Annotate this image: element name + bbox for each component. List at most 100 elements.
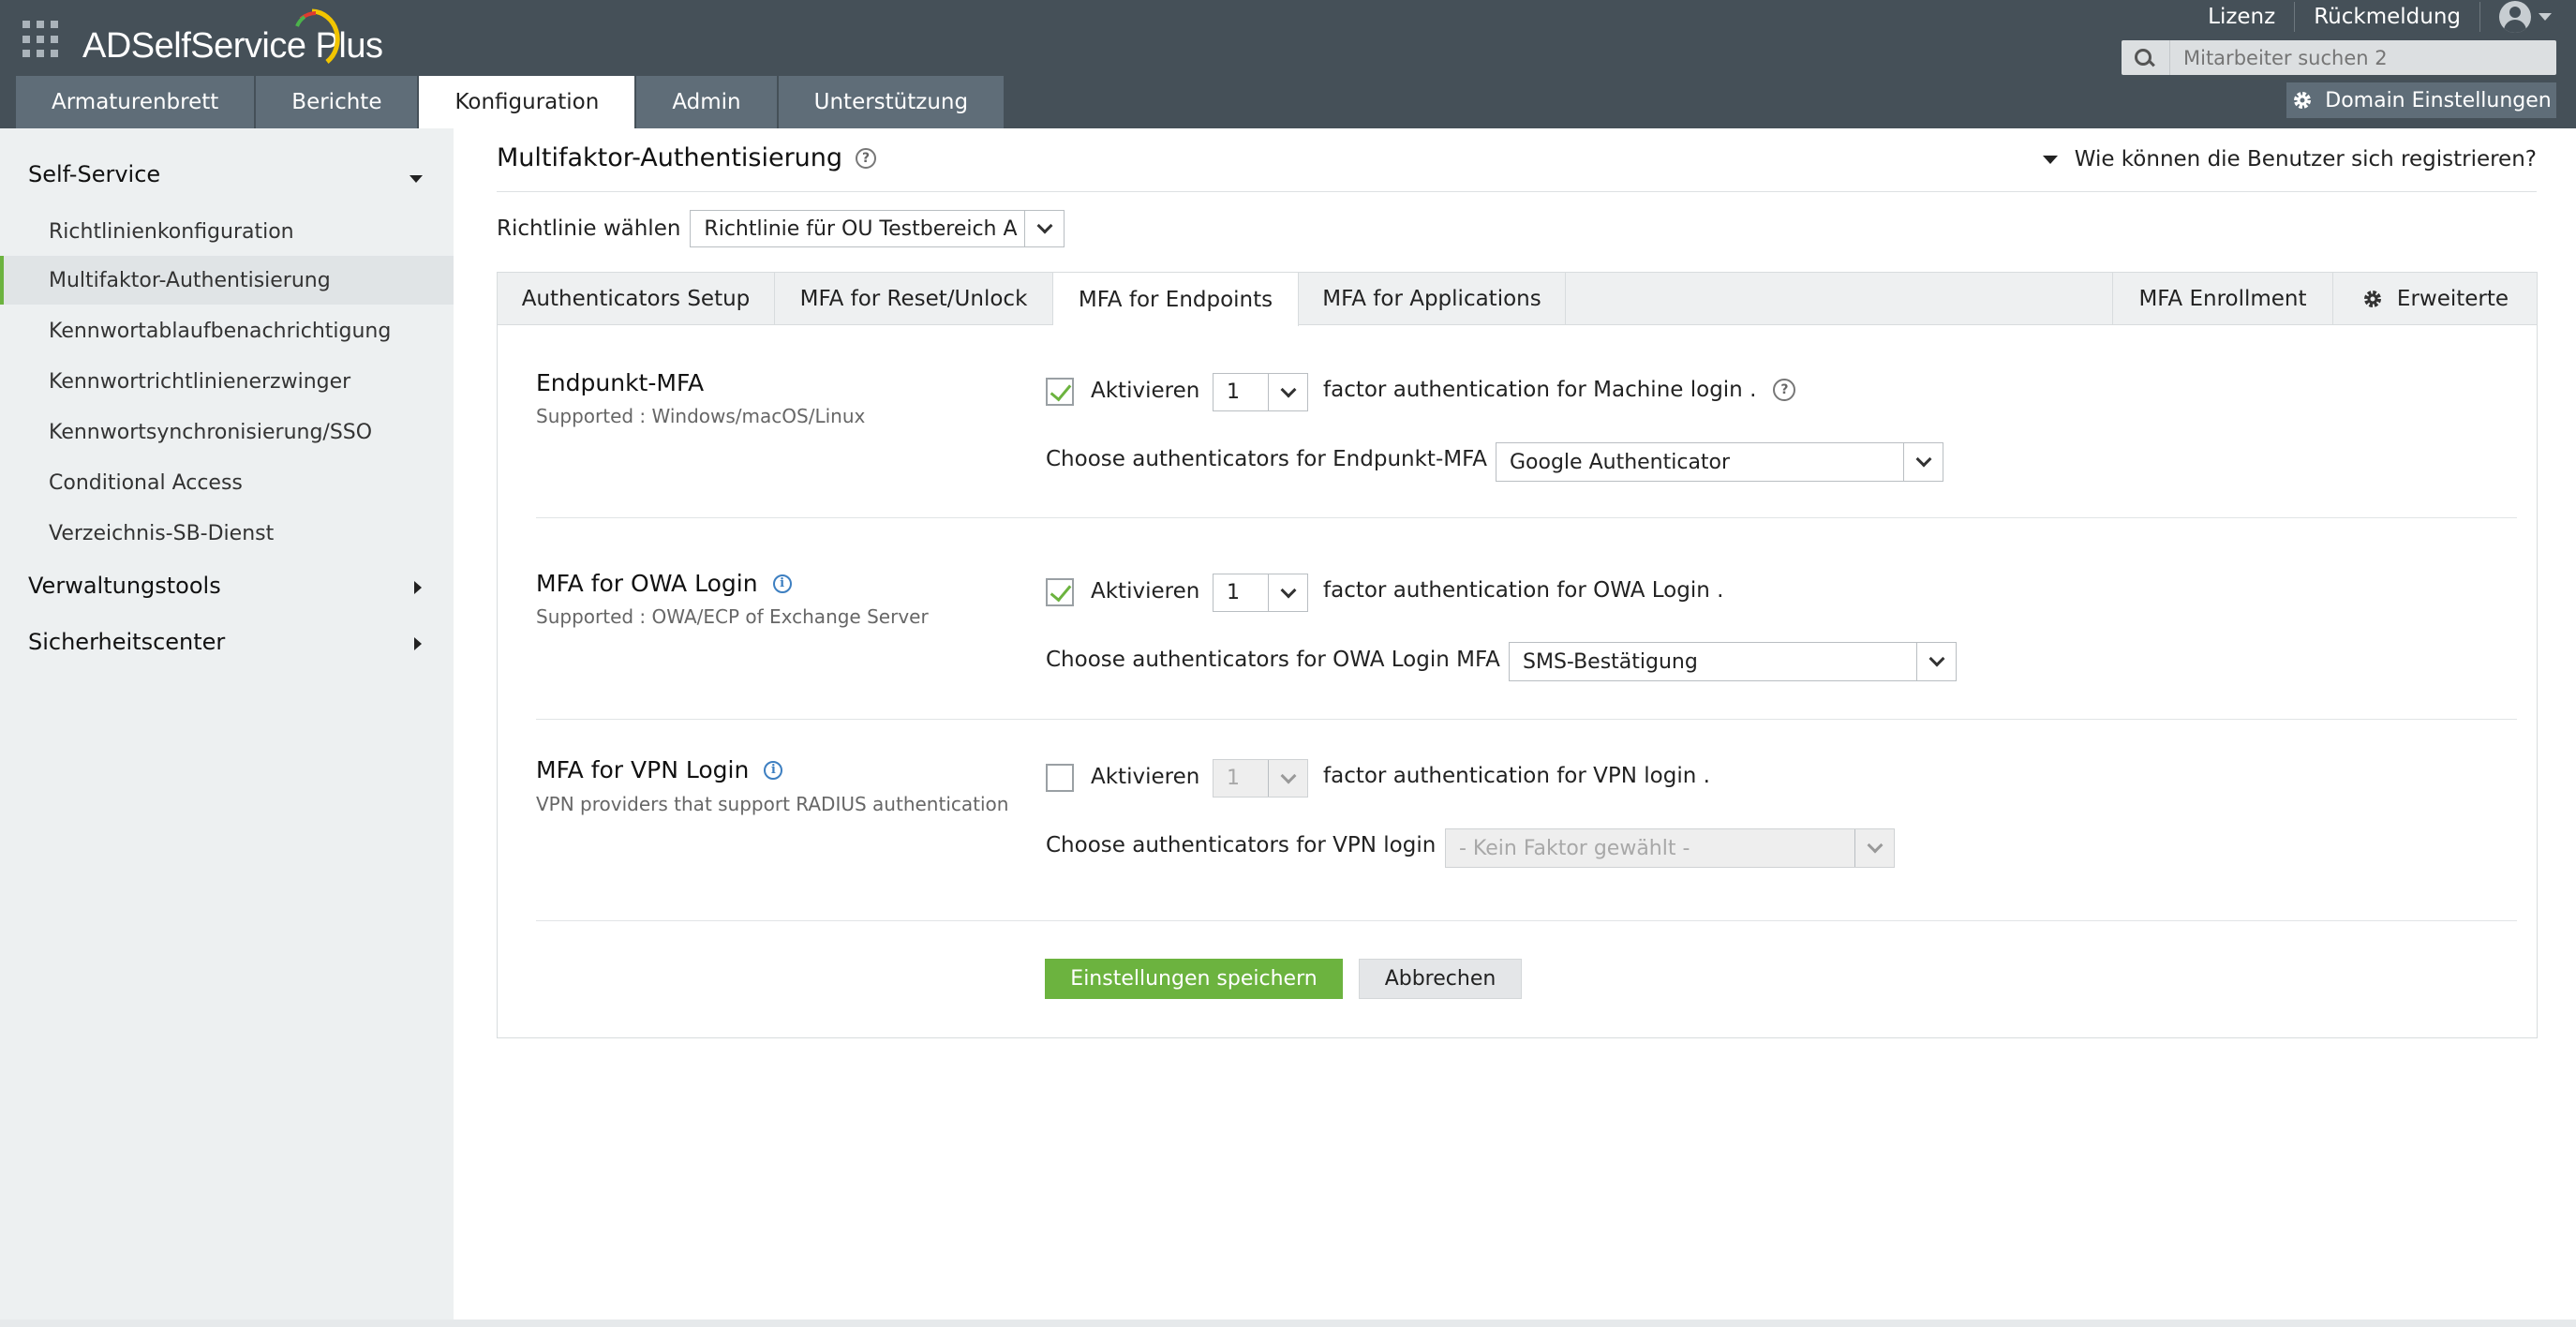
sidebar-item-password-sync[interactable]: Kennwortsynchronisierung/SSO [0,408,454,456]
search-input[interactable] [2170,40,2556,75]
help-icon[interactable]: ? [1773,379,1796,401]
sidebar-item-password-expiry[interactable]: Kennwortablaufbenachrichtigung [0,306,454,355]
section-title-text: Endpunkt-MFA [536,369,705,396]
user-avatar-icon[interactable] [2499,1,2531,33]
tab-configuration[interactable]: Konfiguration [419,76,635,128]
section-title-text: MFA for OWA Login [536,570,758,597]
tab-advanced-label: Erweiterte [2396,287,2509,311]
factor-count-select: 1 [1213,759,1308,798]
caret-down-icon[interactable] [409,175,423,183]
factor-count-select[interactable]: 1 [1213,574,1308,612]
section-subtitle: Supported : OWA/ECP of Exchange Server [536,605,929,628]
section-subtitle: Supported : Windows/macOS/Linux [536,405,866,427]
tab-reports[interactable]: Berichte [256,76,418,128]
factor-count-value: 1 [1227,380,1240,404]
sidebar-section-security-center[interactable]: Sicherheitscenter [28,629,225,655]
chevron-down-icon [1268,760,1307,797]
divider [536,719,2517,720]
enable-label: Aktivieren [1091,765,1200,789]
tab-mfa-endpoints[interactable]: MFA for Endpoints [1053,273,1299,326]
logo-arc-icon [295,8,340,64]
policy-select-value: Richtlinie für OU Testbereich A [704,216,1018,241]
section-subtitle: VPN providers that support RADIUS authen… [536,793,1009,815]
gear-icon [2363,291,2381,307]
apps-grid-icon[interactable] [22,21,60,58]
policy-label: Richtlinie wählen [497,216,681,241]
caret-right-icon[interactable] [414,581,422,594]
tab-mfa-reset-unlock[interactable]: MFA for Reset/Unlock [775,273,1053,325]
enable-label: Aktivieren [1091,379,1200,403]
authenticator-value: Google Authenticator [1510,450,1731,474]
caret-right-icon[interactable] [414,637,422,650]
divider [536,517,2517,518]
section-title-endpoint-mfa: Endpunkt-MFA [536,369,704,396]
enable-vpn-mfa-checkbox[interactable] [1046,764,1074,792]
sidebar-item-policy-config[interactable]: Richtlinienkonfiguration [0,207,454,256]
license-link[interactable]: Lizenz [2189,2,2294,32]
factor-text-label: factor authentication for Machine login … [1323,378,1757,402]
policy-select[interactable]: Richtlinie für OU Testbereich A [690,210,1065,247]
choose-authenticators-label: Choose authenticators for VPN login [1046,833,1437,857]
sidebar: Self-Service Richtlinienkonfiguration Mu… [0,128,454,1327]
sidebar-section-self-service[interactable]: Self-Service [28,161,160,187]
tab-admin[interactable]: Admin [636,76,777,128]
divider [536,920,2517,921]
factor-text: factor authentication for OWA Login . [1323,578,1724,603]
chevron-down-icon [1854,829,1894,867]
authenticator-value: - Kein Faktor gewählt - [1459,836,1690,860]
employee-search [2122,40,2556,75]
choose-authenticators-label: Choose authenticators for OWA Login MFA [1046,648,1500,672]
tab-mfa-enrollment[interactable]: MFA Enrollment [2112,273,2332,325]
tab-advanced[interactable]: Erweiterte [2332,273,2537,325]
info-icon[interactable]: i [772,574,792,593]
sidebar-item-password-policy[interactable]: Kennwortrichtlinienerzwinger [0,357,454,406]
chevron-down-icon[interactable] [1903,443,1943,481]
register-help-text: Wie können die Benutzer sich registriere… [2074,147,2537,171]
chevron-down-icon[interactable] [1268,374,1307,410]
domain-settings-button[interactable]: Domain Einstellungen [2286,82,2556,118]
factor-count-select[interactable]: 1 [1213,373,1308,411]
sidebar-section-admin-tools[interactable]: Verwaltungstools [28,573,221,599]
tab-authenticators-setup[interactable]: Authenticators Setup [498,273,775,325]
caret-down-icon [2539,13,2552,21]
chevron-down-icon[interactable] [1268,574,1307,611]
page-title: Multifaktor-Authentisierung ? [497,143,877,172]
authenticator-select[interactable]: Google Authenticator [1496,442,1943,482]
divider [497,191,2537,192]
main-nav: Armaturenbrett Berichte Konfiguration Ad… [16,76,1005,128]
subtab-bar: Authenticators Setup MFA for Reset/Unloc… [498,273,2537,326]
authenticator-select: - Kein Faktor gewählt - [1445,828,1895,868]
sidebar-item-conditional-access[interactable]: Conditional Access [0,458,454,507]
sidebar-item-directory-service[interactable]: Verzeichnis-SB-Dienst [0,509,454,558]
tab-support[interactable]: Unterstützung [778,76,1005,128]
cancel-button[interactable]: Abbrechen [1359,959,1522,999]
chevron-down-icon[interactable] [1024,211,1064,246]
tab-mfa-applications[interactable]: MFA for Applications [1299,273,1566,325]
authenticator-select[interactable]: SMS-Bestätigung [1509,642,1957,681]
save-settings-button[interactable]: Einstellungen speichern [1045,959,1343,999]
enable-owa-mfa-checkbox[interactable] [1046,578,1074,606]
feedback-link[interactable]: Rückmeldung [2294,2,2479,32]
gear-icon [2294,92,2312,109]
user-menu[interactable] [2479,1,2552,33]
chevron-down-icon[interactable] [1916,643,1956,680]
factor-text: factor authentication for VPN login . [1323,764,1710,788]
caret-down-icon [2042,155,2058,164]
page-title-text: Multifaktor-Authentisierung [497,143,843,172]
help-icon[interactable]: ? [856,147,877,169]
tab-dashboard[interactable]: Armaturenbrett [16,76,255,128]
enable-endpoint-mfa-checkbox[interactable] [1046,378,1074,406]
info-icon[interactable]: i [764,760,783,780]
factor-count-value: 1 [1227,767,1240,790]
authenticator-value: SMS-Bestätigung [1523,649,1698,674]
top-header: ADSelfService Plus Lizenz Rückmeldung Ar… [0,0,2576,128]
section-title-owa: MFA for OWA Login i [536,570,792,597]
sidebar-item-mfa[interactable]: Multifaktor-Authentisierung [0,256,454,305]
register-help-link[interactable]: Wie können die Benutzer sich registriere… [2042,147,2537,171]
section-title-text: MFA for VPN Login [536,756,750,783]
search-icon[interactable] [2122,40,2170,75]
section-title-vpn: MFA for VPN Login i [536,756,783,783]
top-links: Lizenz Rückmeldung [2189,0,2552,34]
domain-settings-label: Domain Einstellungen [2325,88,2552,112]
bottom-strip [0,1320,2576,1327]
